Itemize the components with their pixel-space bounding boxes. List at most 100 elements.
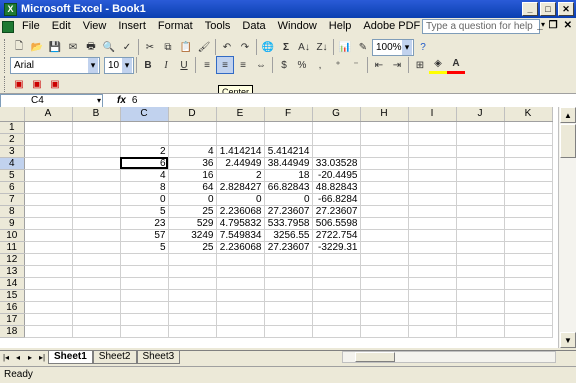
- cell-e9[interactable]: 4.795832: [216, 217, 265, 230]
- cell-i13[interactable]: [408, 265, 457, 278]
- cell-d15[interactable]: [168, 289, 217, 302]
- cell-j5[interactable]: [456, 169, 505, 182]
- cell-k1[interactable]: [504, 121, 553, 134]
- cell-k5[interactable]: [504, 169, 553, 182]
- cell-g13[interactable]: [312, 265, 361, 278]
- cell-f3[interactable]: 5.414214: [264, 145, 313, 158]
- menu-adobe-pdf[interactable]: Adobe PDF: [357, 18, 426, 35]
- cell-b18[interactable]: [72, 325, 121, 338]
- cell-g11[interactable]: -3229.31: [312, 241, 361, 254]
- menu-file[interactable]: File: [16, 18, 46, 35]
- cell-b10[interactable]: [72, 229, 121, 242]
- cell-a11[interactable]: [24, 241, 73, 254]
- row-header-17[interactable]: 17: [0, 313, 25, 326]
- cell-a14[interactable]: [24, 277, 73, 290]
- cell-h13[interactable]: [360, 265, 409, 278]
- cell-a17[interactable]: [24, 313, 73, 326]
- cell-j12[interactable]: [456, 253, 505, 266]
- vertical-scroll-thumb[interactable]: [560, 124, 576, 158]
- cell-h4[interactable]: [360, 157, 409, 170]
- cell-g15[interactable]: [312, 289, 361, 302]
- cell-g3[interactable]: [312, 145, 361, 158]
- cell-k14[interactable]: [504, 277, 553, 290]
- column-header-a[interactable]: A: [24, 107, 73, 122]
- column-header-d[interactable]: D: [168, 107, 217, 122]
- cell-j4[interactable]: [456, 157, 505, 170]
- row-header-2[interactable]: 2: [0, 133, 25, 146]
- cell-g1[interactable]: [312, 121, 361, 134]
- row-header-14[interactable]: 14: [0, 277, 25, 290]
- close-button[interactable]: ✕: [558, 2, 574, 16]
- cell-c18[interactable]: [120, 325, 169, 338]
- cell-g9[interactable]: 506.5598: [312, 217, 361, 230]
- zoom-dropdown[interactable]: 100%: [372, 38, 414, 56]
- row-header-16[interactable]: 16: [0, 301, 25, 314]
- cell-d6[interactable]: 64: [168, 181, 217, 194]
- cell-h8[interactable]: [360, 205, 409, 218]
- cell-c10[interactable]: 57: [120, 229, 169, 242]
- cell-k6[interactable]: [504, 181, 553, 194]
- cell-j15[interactable]: [456, 289, 505, 302]
- doc-close-button[interactable]: ✕: [564, 20, 572, 31]
- menu-tools[interactable]: Tools: [199, 18, 237, 35]
- cell-k16[interactable]: [504, 301, 553, 314]
- tab-sheet1[interactable]: Sheet1: [48, 351, 93, 364]
- cell-e5[interactable]: 2: [216, 169, 265, 182]
- cell-i16[interactable]: [408, 301, 457, 314]
- cell-f12[interactable]: [264, 253, 313, 266]
- cell-h5[interactable]: [360, 169, 409, 182]
- cell-g10[interactable]: 2722.754: [312, 229, 361, 242]
- cell-d14[interactable]: [168, 277, 217, 290]
- minimize-button[interactable]: _: [522, 2, 538, 16]
- cell-e16[interactable]: [216, 301, 265, 314]
- cell-i10[interactable]: [408, 229, 457, 242]
- row-header-1[interactable]: 1: [0, 121, 25, 134]
- cell-h14[interactable]: [360, 277, 409, 290]
- pdf-review-icon[interactable]: ▣: [46, 75, 64, 93]
- cell-h1[interactable]: [360, 121, 409, 134]
- cell-b4[interactable]: [72, 157, 121, 170]
- cell-b3[interactable]: [72, 145, 121, 158]
- select-all-corner[interactable]: [0, 107, 25, 122]
- cell-k15[interactable]: [504, 289, 553, 302]
- merge-center-icon[interactable]: ⇔: [252, 56, 270, 74]
- column-header-k[interactable]: K: [504, 107, 553, 122]
- cell-f13[interactable]: [264, 265, 313, 278]
- cell-d17[interactable]: [168, 313, 217, 326]
- cell-h9[interactable]: [360, 217, 409, 230]
- cell-j7[interactable]: [456, 193, 505, 206]
- cell-e4[interactable]: 2.44949: [216, 157, 265, 170]
- convert-to-pdf-icon[interactable]: ▣: [10, 75, 28, 93]
- name-box[interactable]: C4: [0, 93, 103, 108]
- cell-e15[interactable]: [216, 289, 265, 302]
- cell-h16[interactable]: [360, 301, 409, 314]
- cell-h15[interactable]: [360, 289, 409, 302]
- cell-a10[interactable]: [24, 229, 73, 242]
- cell-i9[interactable]: [408, 217, 457, 230]
- doc-minimize-button[interactable]: _: [537, 20, 543, 31]
- cell-f14[interactable]: [264, 277, 313, 290]
- column-header-i[interactable]: I: [408, 107, 457, 122]
- align-center-icon[interactable]: ≡: [216, 56, 234, 74]
- horizontal-scroll-thumb[interactable]: [355, 352, 395, 362]
- cell-b11[interactable]: [72, 241, 121, 254]
- underline-icon[interactable]: U: [175, 56, 193, 74]
- cell-d5[interactable]: 16: [168, 169, 217, 182]
- cell-h7[interactable]: [360, 193, 409, 206]
- cell-j11[interactable]: [456, 241, 505, 254]
- cell-f7[interactable]: 0: [264, 193, 313, 206]
- cell-g14[interactable]: [312, 277, 361, 290]
- cell-a1[interactable]: [24, 121, 73, 134]
- tab-sheet2[interactable]: Sheet2: [92, 351, 137, 364]
- cell-a3[interactable]: [24, 145, 73, 158]
- cell-c17[interactable]: [120, 313, 169, 326]
- cell-k17[interactable]: [504, 313, 553, 326]
- cell-e11[interactable]: 2.236068: [216, 241, 265, 254]
- cell-e2[interactable]: [216, 133, 265, 146]
- align-left-icon[interactable]: ≡: [198, 56, 216, 74]
- scroll-up-icon[interactable]: ▲: [560, 107, 576, 123]
- column-header-f[interactable]: F: [264, 107, 313, 122]
- row-header-3[interactable]: 3: [0, 145, 25, 158]
- tab-sheet3[interactable]: Sheet3: [136, 351, 181, 364]
- cell-k18[interactable]: [504, 325, 553, 338]
